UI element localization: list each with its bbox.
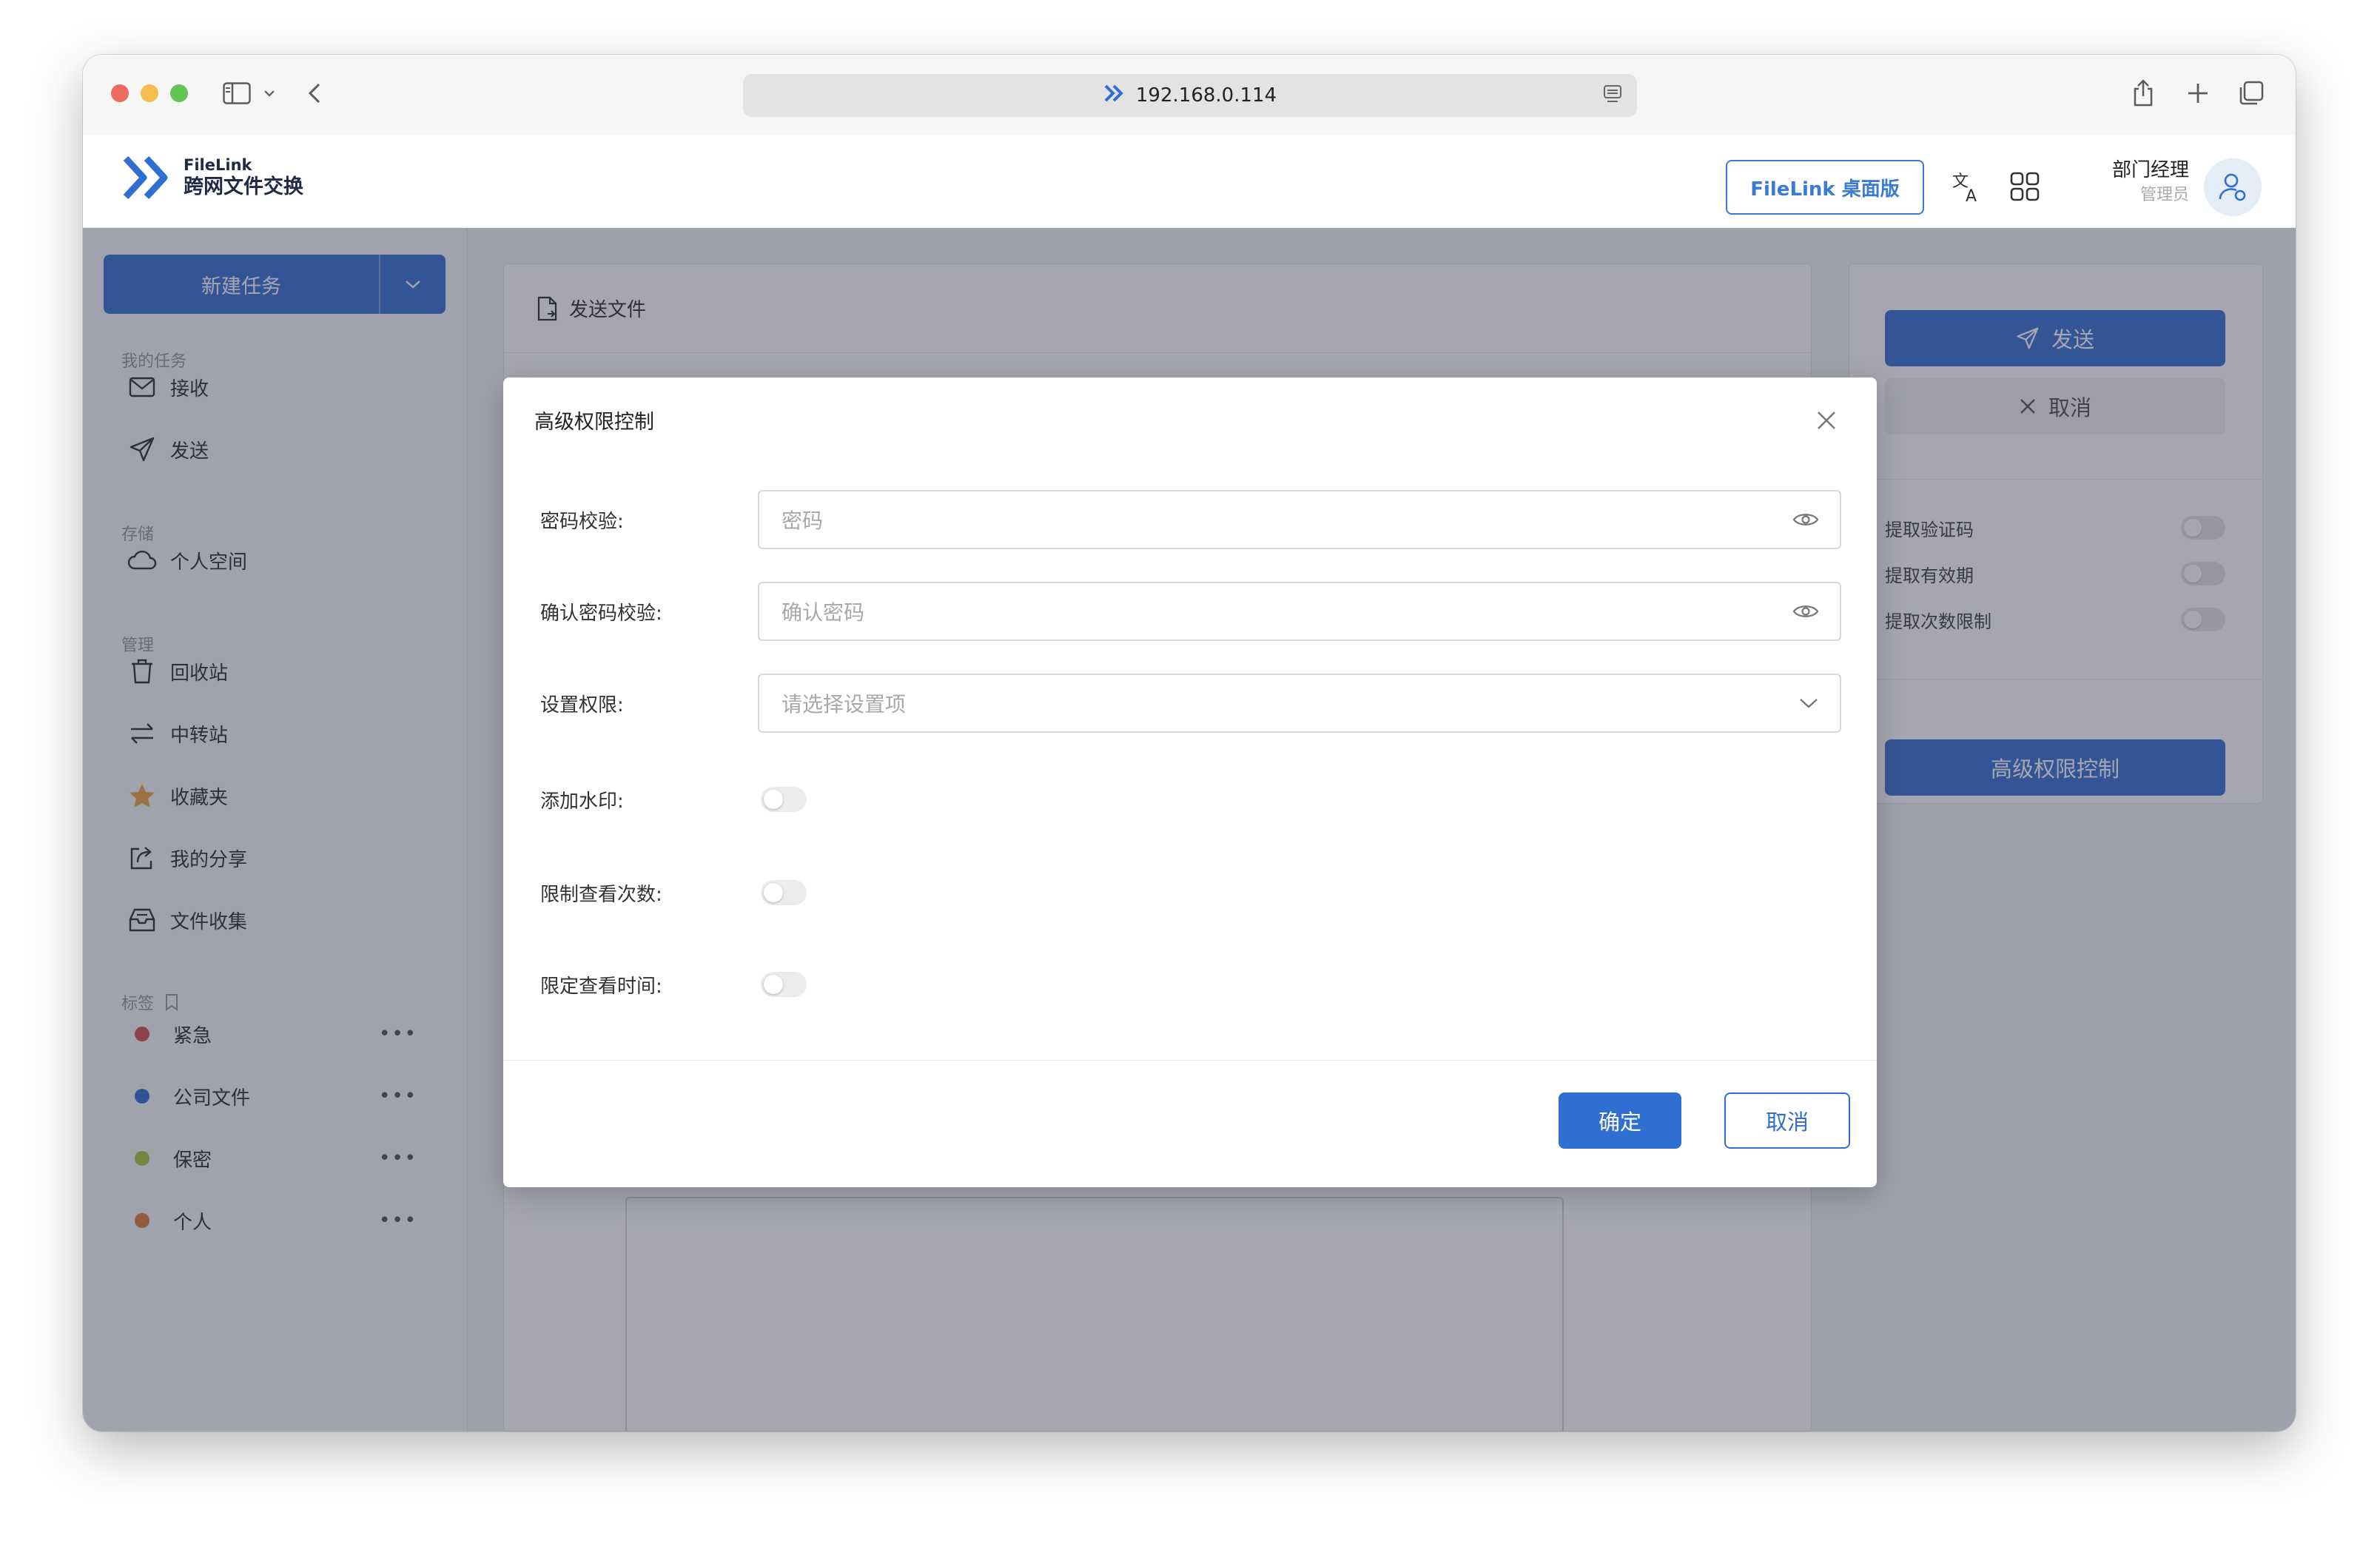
avatar[interactable] — [2204, 158, 2262, 216]
translate-icon[interactable]: 文A — [1948, 167, 1986, 206]
password-label: 密码校验: — [540, 510, 624, 533]
view-count-toggle[interactable] — [761, 880, 807, 905]
dialog-cancel-button[interactable]: 取消 — [1724, 1092, 1850, 1149]
permission-label: 设置权限: — [540, 694, 624, 716]
watermark-label: 添加水印: — [540, 790, 624, 813]
desktop-version-button[interactable]: FileLink 桌面版 — [1726, 160, 1924, 215]
password-row: 密码校验: 密码 — [540, 490, 1843, 549]
eye-icon[interactable] — [1792, 511, 1819, 528]
dialog-title: 高级权限控制 — [534, 411, 654, 434]
view-time-label: 限定查看时间: — [540, 975, 662, 998]
reader-icon[interactable] — [1603, 84, 1622, 110]
user-info[interactable]: 部门经理 管理员 — [2100, 157, 2189, 207]
confirm-password-row: 确认密码校验: 确认密码 — [540, 582, 1843, 641]
svg-text:A: A — [1966, 187, 1977, 203]
logo-title: FileLink — [184, 156, 252, 174]
chevron-down-icon[interactable] — [260, 77, 278, 110]
app-logo[interactable]: FileLink 跨网文件交换 — [121, 154, 303, 201]
eye-icon[interactable] — [1792, 602, 1819, 620]
confirm-button[interactable]: 确定 — [1559, 1092, 1681, 1149]
back-arrow-icon[interactable] — [303, 77, 326, 110]
new-tab-icon[interactable] — [2183, 77, 2213, 110]
view-count-row: 限制查看次数: — [540, 863, 1843, 922]
advanced-permission-dialog: 高级权限控制 密码校验: 密码 确认密码校验: 确认密码 设置权限: 请选择设置… — [503, 377, 1877, 1187]
sidebar-toggle-icon[interactable] — [221, 77, 253, 110]
confirm-password-field[interactable]: 确认密码 — [758, 582, 1841, 641]
user-role: 管理员 — [2139, 186, 2189, 204]
apps-grid-icon[interactable] — [2006, 167, 2044, 206]
minimize-window-button[interactable] — [141, 84, 158, 102]
permission-row: 设置权限: 请选择设置项 — [540, 674, 1843, 733]
close-icon[interactable] — [1812, 406, 1841, 435]
tabs-overview-icon[interactable] — [2236, 77, 2266, 110]
view-time-toggle[interactable] — [761, 972, 807, 997]
address-bar[interactable]: 192.168.0.114 — [743, 74, 1637, 117]
app-header: FileLink 跨网文件交换 FileLink 桌面版 文A 部门经理 管理员 — [83, 135, 2296, 228]
user-settings-icon — [2219, 173, 2246, 201]
password-placeholder: 密码 — [781, 508, 824, 533]
chevron-down-icon — [1800, 699, 1818, 708]
view-count-label: 限制查看次数: — [540, 883, 662, 906]
permission-select[interactable]: 请选择设置项 — [758, 674, 1841, 733]
site-logo-icon — [1103, 84, 1126, 108]
confirm-password-placeholder: 确认密码 — [781, 600, 865, 625]
password-field[interactable]: 密码 — [758, 490, 1841, 549]
logo-subtitle: 跨网文件交换 — [184, 175, 303, 198]
watermark-row: 添加水印: — [540, 770, 1843, 829]
share-icon[interactable] — [2128, 77, 2158, 110]
watermark-toggle[interactable] — [761, 787, 807, 812]
filelink-logo-icon — [123, 155, 168, 200]
confirm-password-label: 确认密码校验: — [540, 602, 662, 625]
url-text: 192.168.0.114 — [1135, 84, 1277, 107]
user-name: 部门经理 — [2111, 159, 2189, 181]
close-window-button[interactable] — [111, 84, 129, 102]
maximize-window-button[interactable] — [170, 84, 188, 102]
browser-window: 192.168.0.114 FileLink 跨网文件交换 FileLink 桌… — [83, 55, 2296, 1431]
browser-toolbar: 192.168.0.114 — [83, 55, 2296, 135]
permission-placeholder: 请选择设置项 — [781, 692, 907, 716]
view-time-row: 限定查看时间: — [540, 955, 1843, 1014]
dialog-footer-divider — [503, 1060, 1877, 1061]
